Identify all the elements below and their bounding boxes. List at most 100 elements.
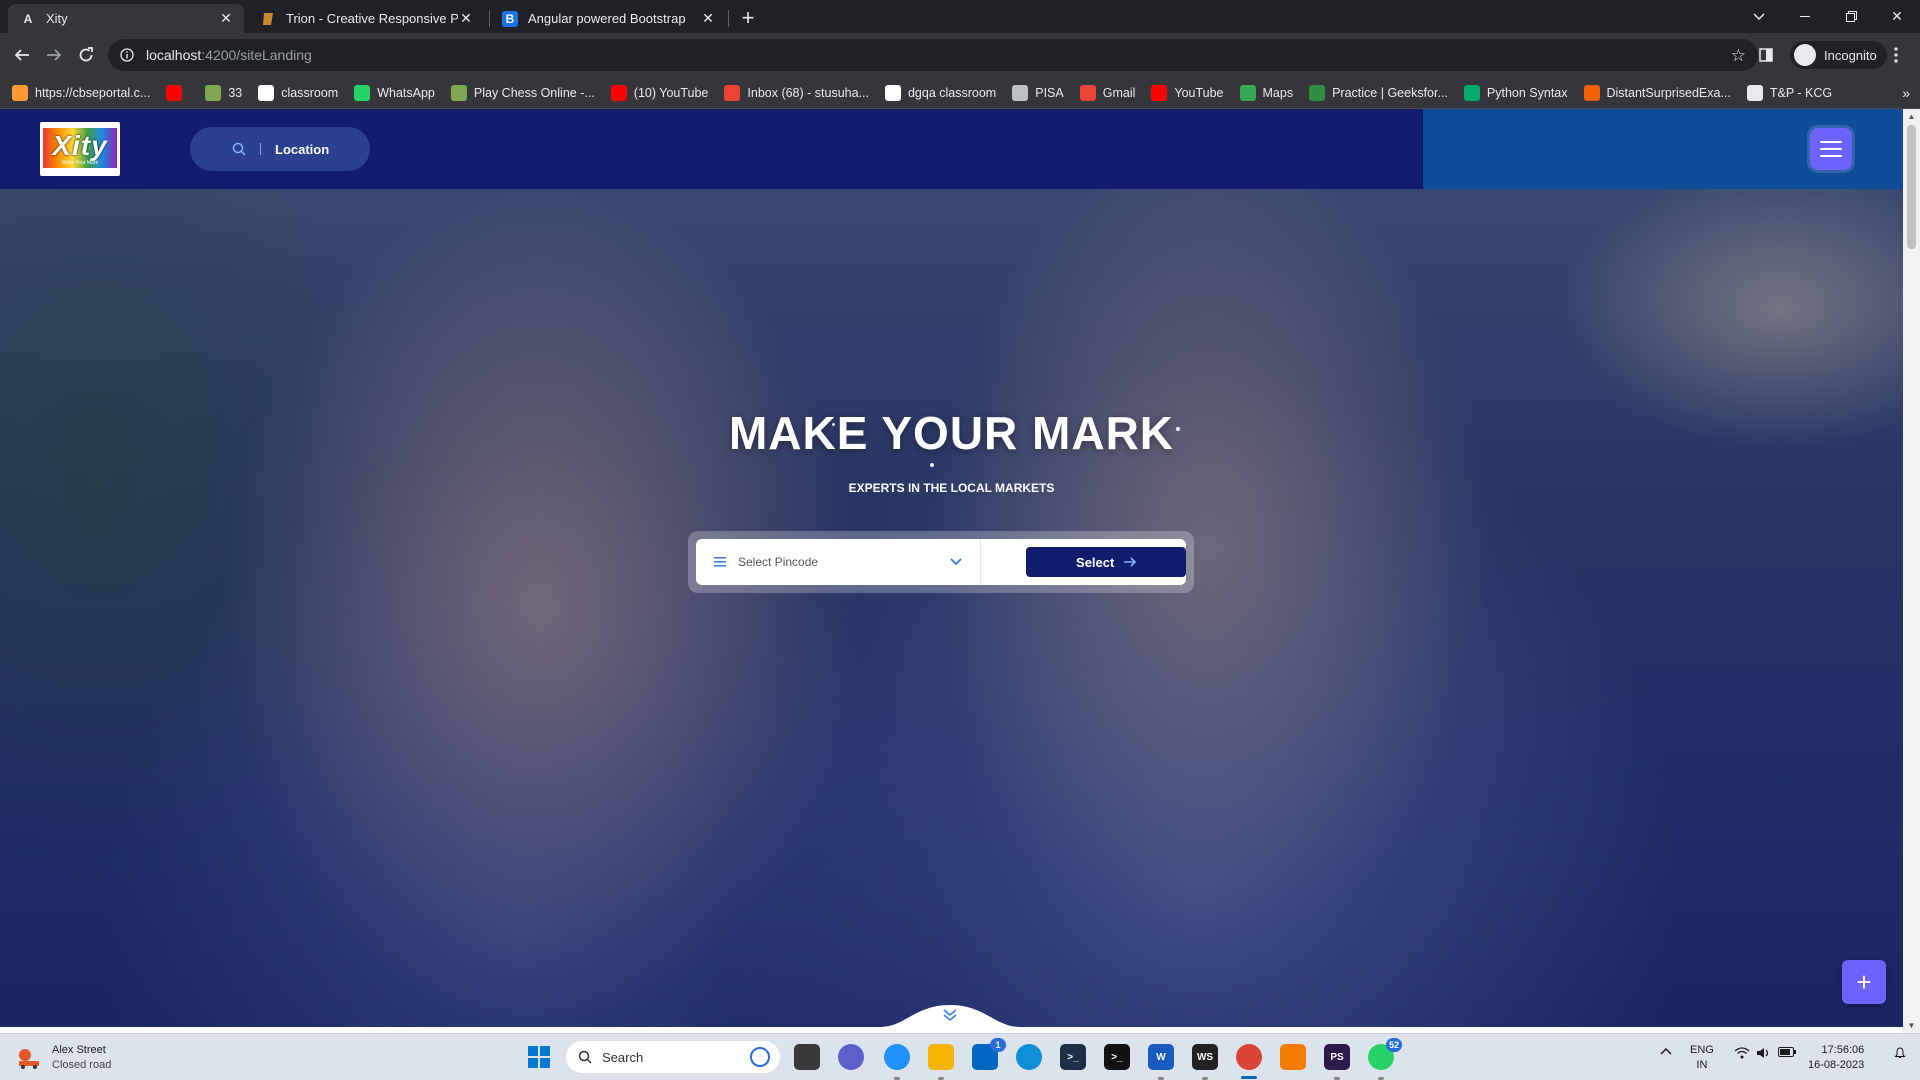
decor-dot (930, 463, 934, 467)
browser-tab-strip: A Xity ✕ Trion - Creative Responsive Per… (0, 0, 1920, 33)
chess-icon (205, 84, 222, 101)
hero-title: MAKE YOUR MARK (728, 407, 1175, 459)
road-closed-icon (16, 1047, 42, 1069)
address-bar[interactable]: localhost:4200/siteLanding ☆ (108, 39, 1758, 71)
close-tab-icon[interactable]: ✕ (218, 10, 234, 27)
scroll-thumb[interactable] (1907, 125, 1916, 249)
tab-angular-bootstrap[interactable]: B Angular powered Bootstrap ✕ (490, 4, 726, 33)
clock-time: 17:56:06 (1821, 1044, 1865, 1056)
vlc-icon[interactable] (1280, 1044, 1306, 1070)
site-info-icon[interactable] (120, 48, 134, 62)
bookmark-item[interactable]: Maps (1239, 84, 1293, 101)
close-window-icon[interactable]: ✕ (1874, 0, 1920, 33)
minimize-window-icon[interactable] (1782, 0, 1828, 33)
phpstorm-icon[interactable]: PS (1324, 1044, 1350, 1070)
pincode-select[interactable]: Select Pincode (696, 539, 982, 585)
bookmark-item[interactable]: Play Chess Online -... (450, 84, 595, 101)
system-clock[interactable]: 17:56:06 16-08-2023 (1808, 1043, 1864, 1073)
edge-beta-icon[interactable] (884, 1044, 910, 1070)
tab-trion[interactable]: Trion - Creative Responsive Perso ✕ (248, 4, 484, 33)
side-panel-icon[interactable] (1752, 41, 1780, 69)
bookmark-item[interactable]: Practice | Geeksfor... (1309, 84, 1448, 101)
taskbar-search-box[interactable]: Search (566, 1041, 780, 1073)
more-menu-icon[interactable] (1882, 41, 1910, 69)
gfg-icon (1309, 84, 1326, 101)
close-tab-icon[interactable]: ✕ (700, 10, 716, 27)
terminal-icon[interactable]: >_ (1104, 1044, 1130, 1070)
hamburger-menu-button[interactable] (1810, 128, 1852, 170)
bookmarks-overflow-icon[interactable]: » (1902, 85, 1910, 101)
bookmark-item[interactable]: 33 (205, 84, 243, 101)
incognito-profile-button[interactable]: Incognito (1790, 41, 1887, 69)
whatsapp-badge: 52 (1385, 1038, 1402, 1052)
bookmark-label: (10) YouTube (633, 85, 709, 100)
menu-line (1820, 155, 1842, 157)
chrome-icon[interactable] (1236, 1044, 1262, 1070)
windows-start-icon[interactable] (528, 1046, 550, 1068)
weather-widget[interactable]: Alex Street Closed road (16, 1043, 111, 1073)
task-view-icon[interactable] (794, 1044, 820, 1070)
file-explorer-icon[interactable] (928, 1044, 954, 1070)
scroll-down-icon[interactable]: ▼ (1907, 1021, 1916, 1030)
profile-label: Incognito (1824, 47, 1877, 63)
bookmark-item[interactable]: WhatsApp (354, 84, 435, 101)
xity-favicon-icon: A (23, 11, 33, 26)
tab-search-chevron-icon[interactable] (1736, 0, 1782, 33)
globe-icon (1012, 84, 1029, 101)
page-scrollbar[interactable]: ▲ ▼ (1903, 109, 1920, 1033)
bookmark-item[interactable] (166, 84, 189, 101)
hero-bottom-wave (0, 1005, 1903, 1033)
search-icon (232, 142, 246, 156)
edge-icon[interactable] (1016, 1044, 1042, 1070)
bookmark-item[interactable]: (10) YouTube (610, 84, 709, 101)
back-arrow-icon[interactable] (8, 41, 36, 69)
bookmark-item[interactable]: dgqa classroom (884, 84, 997, 101)
bookmark-label: 33 (228, 85, 243, 100)
bookmark-label: classroom (281, 85, 339, 100)
forward-arrow-icon[interactable] (40, 41, 68, 69)
bookmark-item[interactable]: DistantSurprisedExa... (1583, 84, 1731, 101)
microsoft-store-icon[interactable]: 1 (972, 1038, 1006, 1070)
bookmark-item[interactable]: Inbox (68) - stusuha... (724, 84, 869, 101)
powershell-icon[interactable]: >_ (1060, 1044, 1086, 1070)
xity-logo[interactable]: Xity Make Your Mark (40, 122, 120, 176)
flag-india (12, 84, 28, 101)
location-button[interactable]: Location (190, 127, 370, 171)
weather-status: Closed road (52, 1059, 112, 1071)
bookmark-item[interactable]: https://cbseportal.c... (12, 84, 150, 101)
bookmark-star-icon[interactable]: ☆ (1731, 46, 1746, 66)
wifi-icon[interactable] (1734, 1047, 1750, 1059)
volume-icon[interactable] (1756, 1047, 1770, 1059)
reload-icon[interactable] (72, 41, 100, 69)
bookmark-label: dgqa classroom (907, 85, 997, 100)
word-icon[interactable]: W (1148, 1044, 1174, 1070)
new-tab-button[interactable]: + (736, 5, 760, 30)
close-tab-icon[interactable]: ✕ (458, 10, 474, 27)
hero-subtitle: EXPERTS IN THE LOCAL MARKETS (848, 481, 1055, 495)
bookmark-item[interactable]: YouTube (1151, 84, 1224, 101)
bookmark-item[interactable]: PISA (1012, 84, 1064, 101)
active-app-indicator (1241, 1076, 1257, 1079)
restore-window-icon[interactable] (1828, 0, 1874, 33)
bootstrap-favicon-icon: B (502, 10, 518, 27)
tab-xity[interactable]: A Xity ✕ (8, 4, 244, 33)
bookmark-item[interactable]: Python Syntax (1463, 84, 1568, 101)
notifications-icon[interactable] (1894, 1047, 1906, 1059)
teams-chat-icon[interactable] (838, 1044, 864, 1070)
language-indicator[interactable]: ENG IN (1690, 1043, 1714, 1073)
logo-tagline: Make Your Mark (61, 160, 99, 166)
whatsapp-icon[interactable]: 52 (1368, 1038, 1402, 1070)
location-label: Location (275, 141, 330, 157)
bookmark-item[interactable]: T&P - KCG (1746, 84, 1832, 101)
w3-icon (1463, 84, 1480, 101)
tray-overflow-chevron-icon[interactable] (1660, 1047, 1672, 1055)
bing-icon[interactable] (750, 1047, 770, 1067)
webstorm-icon[interactable]: WS (1192, 1044, 1218, 1070)
bookmark-label: YouTube (1174, 85, 1224, 100)
scroll-up-icon[interactable]: ▲ (1907, 112, 1916, 121)
select-button[interactable]: Select (1026, 547, 1186, 577)
bookmark-item[interactable]: classroom (258, 84, 339, 101)
bookmark-item[interactable]: Gmail (1079, 84, 1135, 101)
battery-icon[interactable] (1778, 1047, 1796, 1057)
add-fab-button[interactable]: + (1842, 960, 1886, 1004)
